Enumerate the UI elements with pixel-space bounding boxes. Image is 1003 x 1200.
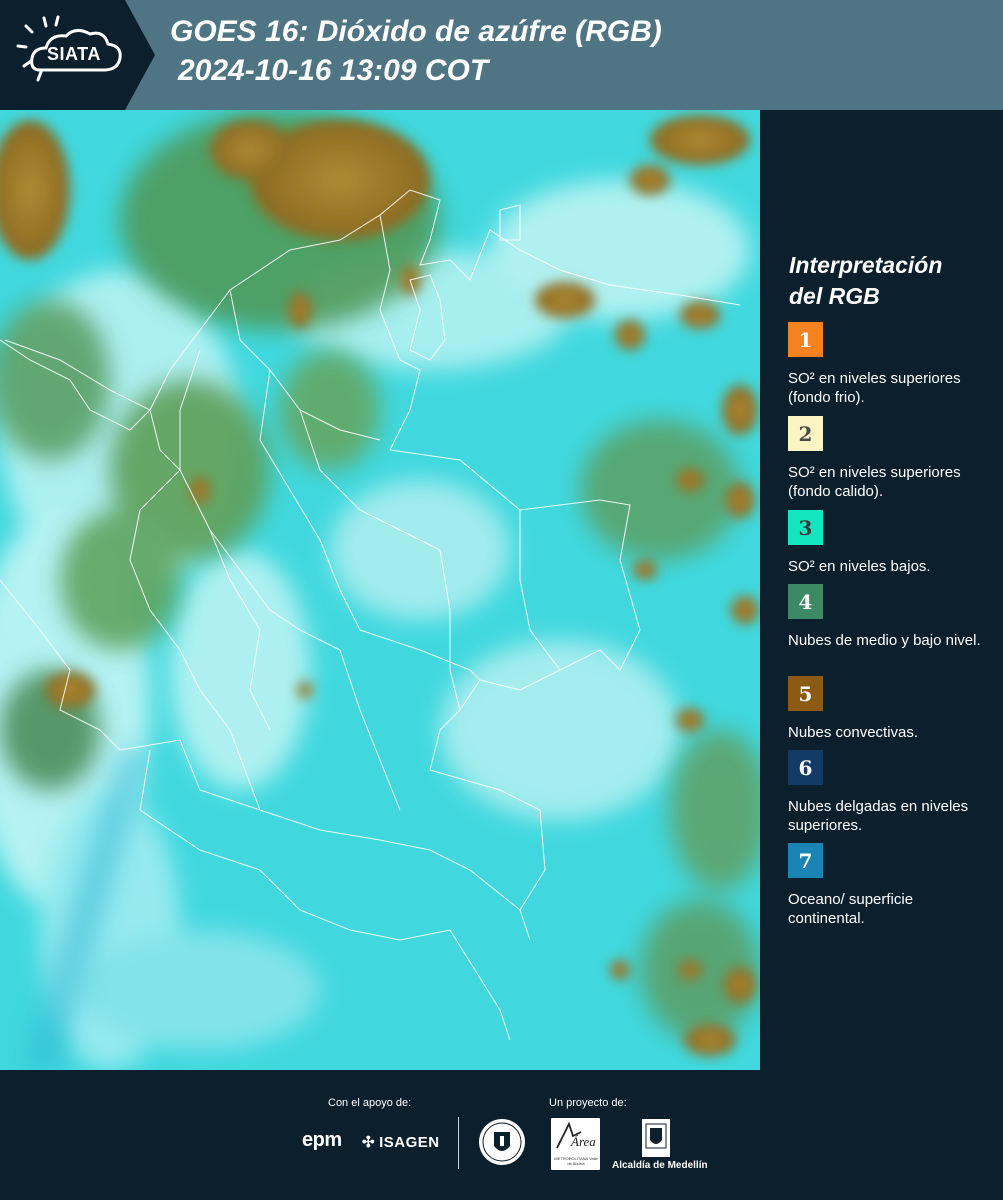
legend-swatch-6: 6 xyxy=(788,750,823,785)
siata-logo-text: SIATA xyxy=(47,44,101,64)
header: SIATA GOES 16: Dióxido de azúfre (RGB) 2… xyxy=(0,0,1003,110)
legend-desc-7: Oceano/ superficie continental. xyxy=(788,891,914,927)
area-logo-mark-icon: Área xyxy=(556,1121,596,1149)
legend-item-6: 6 Nubes delgadas en niveles superiores. xyxy=(788,750,993,835)
siata-logo: SIATA xyxy=(0,0,155,110)
legend-desc-6: Nubes delgadas en niveles superiores. xyxy=(788,798,969,834)
legend-item-3: 3 SO² en niveles bajos. xyxy=(788,510,993,576)
satellite-map[interactable] xyxy=(0,110,760,1070)
legend-swatch-3: 3 xyxy=(788,510,823,545)
footer-divider xyxy=(458,1117,459,1169)
isagen-logo-text: ISAGEN xyxy=(379,1134,440,1151)
alcaldia-shield-icon xyxy=(642,1119,670,1157)
isagen-logo: ✣ ISAGEN xyxy=(362,1133,440,1151)
legend-swatch-2: 2 xyxy=(788,416,823,451)
legend-item-2: 2 SO² en niveles superiores (fondo calid… xyxy=(788,416,993,501)
legend-item-4: 4 Nubes de medio y bajo nivel. xyxy=(788,584,993,650)
medellin-seal-icon xyxy=(479,1119,525,1165)
legend-title-line2: del RGB xyxy=(789,283,880,309)
support-label: Con el apoyo de: xyxy=(328,1097,412,1109)
legend-item-7: 7 Oceano/ superficie continental. xyxy=(788,843,993,928)
legend-swatch-5: 5 xyxy=(788,676,823,711)
legend-desc-3: SO² en niveles bajos. xyxy=(788,558,931,575)
page-title: GOES 16: Dióxido de azúfre (RGB) xyxy=(170,15,662,48)
legend-desc-2: SO² en niveles superiores (fondo calido)… xyxy=(788,464,961,500)
legend-desc-5: Nubes convectivas. xyxy=(788,724,919,741)
legend-desc-4: Nubes de medio y bajo nivel. xyxy=(788,632,981,649)
legend-title: Interpretación del RGB xyxy=(789,250,989,312)
page-timestamp: 2024-10-16 13:09 COT xyxy=(178,54,489,87)
legend-desc-1: SO² en niveles superiores (fondo frio). xyxy=(788,370,961,406)
legend-swatch-7: 7 xyxy=(788,843,823,878)
legend-title-line1: Interpretación xyxy=(789,252,943,278)
legend-swatch-1: 1 xyxy=(788,322,823,357)
alcaldia-label: Alcaldía de Medellín xyxy=(612,1160,708,1171)
satellite-image xyxy=(0,110,760,1070)
svg-text:Área: Área xyxy=(570,1134,596,1149)
legend-item-5: 5 Nubes convectivas. xyxy=(788,676,993,742)
project-label: Un proyecto de: xyxy=(549,1097,627,1109)
isagen-icon: ✣ xyxy=(362,1134,376,1151)
legend-swatch-4: 4 xyxy=(788,584,823,619)
footer: Con el apoyo de: Un proyecto de: epm ✣ IS… xyxy=(0,1070,1003,1200)
legend-panel: Interpretación del RGB 1 SO² en niveles … xyxy=(760,110,1003,1070)
area-metropolitana-subtext: METROPOLITANA Valle de Aburrá xyxy=(554,1156,598,1166)
epm-logo: epm xyxy=(302,1129,342,1151)
legend-item-1: 1 SO² en niveles superiores (fondo frio)… xyxy=(788,322,993,407)
